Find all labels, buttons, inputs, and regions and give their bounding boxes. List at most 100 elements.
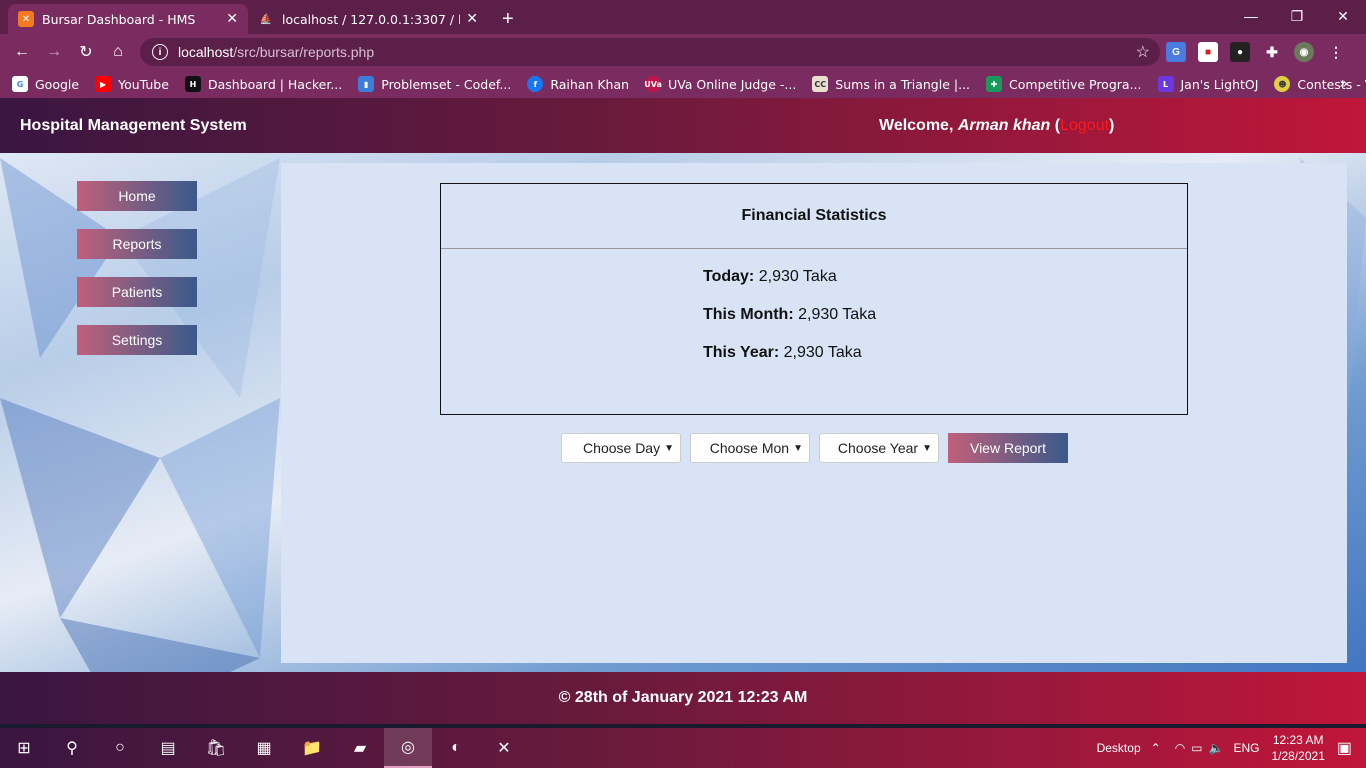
web-page: Hospital Management System Welcome, Arma… — [0, 98, 1366, 724]
app-grid-icon[interactable]: ▦ — [240, 728, 288, 768]
browser-tab-strip: ✕ Bursar Dashboard - HMS ✕ ⛵ localhost /… — [0, 0, 1366, 34]
stat-value: 2,930 Taka — [783, 344, 862, 361]
volume-icon[interactable]: 🔈 — [1209, 741, 1224, 755]
stat-value: 2,930 Taka — [758, 268, 837, 285]
welcome-text: Welcome, Arman khan (Logout) — [879, 116, 1115, 134]
month-select[interactable]: Choose Mon ▼ — [690, 433, 810, 463]
view-report-button[interactable]: View Report — [948, 433, 1068, 463]
file-explorer-icon[interactable]: 📁 — [288, 728, 336, 768]
sheets-icon: ✚ — [986, 76, 1003, 92]
home-icon[interactable]: ⌂ — [102, 43, 134, 61]
extensions-area: G ■ ● ✚ ◉ ⋮ — [1166, 42, 1346, 62]
more-bookmarks-icon[interactable]: » — [1339, 76, 1348, 92]
url-host: localhost — [178, 44, 234, 60]
bookmark-uva[interactable]: UVa UVa Online Judge -... — [644, 76, 797, 92]
bookmark-codechef[interactable]: CC Sums in a Triangle |... — [812, 76, 970, 92]
extension-flag-icon[interactable]: ■ — [1198, 42, 1218, 62]
stat-label: This Month: — [703, 306, 794, 323]
notifications-icon[interactable]: ▣ — [1337, 738, 1352, 758]
close-tab-icon[interactable]: ✕ — [466, 11, 478, 27]
bookmark-google[interactable]: G Google — [12, 76, 79, 92]
nav-patients[interactable]: Patients — [77, 277, 197, 307]
nav-settings[interactable]: Settings — [77, 325, 197, 355]
store-icon[interactable]: 🛍 — [192, 728, 240, 768]
bookmark-label: UVa Online Judge -... — [668, 76, 797, 92]
language-indicator[interactable]: ENG — [1233, 741, 1259, 755]
url-path: /src/bursar/reports.php — [233, 44, 375, 60]
bookmark-vjudge[interactable]: ☻ Contests - Virtual J... — [1274, 76, 1366, 92]
translate-icon[interactable]: G — [1166, 42, 1186, 62]
system-tray: Desktop ⌃ ◠ ▭ 🔈 ENG 12:23 AM 1/28/2021 ▣ — [1097, 728, 1366, 768]
new-tab-button[interactable]: + — [502, 4, 514, 34]
minimize-icon[interactable]: — — [1228, 0, 1274, 32]
windows-taskbar: ⊞ ⚲ ○ ▤ 🛍 ▦ 📁 ▰ ◎ ◐ ✕ Desktop ⌃ ◠ ▭ 🔈 EN… — [0, 728, 1366, 768]
edge-icon[interactable]: ◐ — [432, 728, 480, 768]
tab-title: Bursar Dashboard - HMS — [42, 11, 196, 27]
task-view-icon[interactable]: ▤ — [144, 728, 192, 768]
xampp-taskbar-icon[interactable]: ✕ — [480, 728, 528, 768]
report-controls: Choose Day ▼ Choose Mon ▼ Choose Year ▼ Vie… — [561, 433, 1068, 463]
lightoj-icon: L — [1157, 76, 1174, 92]
stats-title: Financial Statistics — [441, 184, 1187, 249]
facebook-icon: f — [527, 76, 544, 92]
bookmark-star-icon[interactable]: ☆ — [1136, 42, 1150, 62]
cortana-icon[interactable]: ○ — [96, 728, 144, 768]
chevron-down-icon: ▼ — [922, 442, 932, 454]
bookmark-label: Jan's LightOJ — [1180, 76, 1259, 92]
chevron-down-icon: ▼ — [793, 442, 803, 454]
sticky-notes-icon[interactable]: ▰ — [336, 728, 384, 768]
battery-icon[interactable]: ▭ — [1191, 741, 1202, 755]
close-tab-icon[interactable]: ✕ — [226, 11, 238, 27]
show-hidden-icons-icon[interactable]: ⌃ — [1151, 741, 1161, 755]
chrome-icon[interactable]: ◎ — [384, 728, 432, 768]
search-icon[interactable]: ⚲ — [48, 728, 96, 768]
address-bar[interactable]: i localhost/src/bursar/reports.php ☆ — [140, 38, 1160, 66]
logout-link[interactable]: Logout — [1060, 117, 1109, 134]
youtube-icon: ▶ — [95, 76, 112, 92]
clock[interactable]: 12:23 AM 1/28/2021 — [1271, 732, 1324, 764]
codechef-icon: CC — [812, 76, 829, 92]
bookmark-label: Raihan Khan — [550, 76, 630, 92]
restore-icon[interactable]: ❐ — [1274, 0, 1320, 32]
browser-tab-bursar[interactable]: ✕ Bursar Dashboard - HMS ✕ — [8, 4, 248, 34]
vjudge-icon: ☻ — [1274, 76, 1291, 92]
desktop-toolbar-label[interactable]: Desktop — [1097, 741, 1141, 755]
bookmark-lightoj[interactable]: L Jan's LightOJ — [1157, 76, 1259, 92]
info-icon[interactable]: i — [152, 44, 168, 60]
menu-dots-icon[interactable]: ⋮ — [1326, 42, 1346, 62]
bookmark-facebook[interactable]: f Raihan Khan — [527, 76, 629, 92]
browser-tab-phpmyadmin[interactable]: ⛵ localhost / 127.0.0.1:3307 / hospi ✕ — [248, 4, 488, 34]
site-footer: © 28th of January 2021 12:23 AM — [0, 672, 1366, 724]
stats-body: Today: 2,930 Taka This Month: 2,930 Taka… — [703, 268, 876, 382]
xampp-icon: ✕ — [18, 11, 34, 27]
nav-home[interactable]: Home — [77, 181, 197, 211]
wifi-icon[interactable]: ◠ — [1175, 741, 1185, 755]
back-arrow-icon[interactable]: ← — [6, 43, 38, 61]
stat-today: Today: 2,930 Taka — [703, 268, 876, 306]
bookmark-label: Problemset - Codef... — [381, 76, 512, 92]
day-select[interactable]: Choose Day ▼ — [561, 433, 681, 463]
year-select[interactable]: Choose Year ▼ — [819, 433, 939, 463]
codeforces-icon: ▮ — [358, 76, 375, 92]
reload-icon[interactable]: ↻ — [70, 42, 102, 62]
bookmark-competitive[interactable]: ✚ Competitive Progra... — [986, 76, 1142, 92]
chevron-down-icon: ▼ — [664, 442, 674, 454]
select-value: Choose Day — [583, 440, 661, 456]
puzzle-extensions-icon[interactable]: ✚ — [1262, 42, 1282, 62]
extension-badge-icon[interactable]: ● — [1230, 42, 1250, 62]
bookmark-hackerrank[interactable]: H Dashboard | Hacker... — [184, 76, 342, 92]
bookmark-label: Google — [35, 76, 80, 92]
forward-arrow-icon[interactable]: → — [38, 43, 70, 61]
site-header: Hospital Management System Welcome, Arma… — [0, 98, 1366, 153]
close-window-icon[interactable]: ✕ — [1320, 0, 1366, 32]
tab-title: localhost / 127.0.0.1:3307 / hospi — [282, 11, 460, 27]
bookmark-youtube[interactable]: ▶ YouTube — [95, 76, 169, 92]
bookmark-codeforces[interactable]: ▮ Problemset - Codef... — [358, 76, 511, 92]
profile-avatar[interactable]: ◉ — [1294, 42, 1314, 62]
phpmyadmin-icon: ⛵ — [259, 13, 273, 25]
windows-start-icon[interactable]: ⊞ — [0, 728, 48, 768]
nav-reports[interactable]: Reports — [77, 229, 197, 259]
stat-month: This Month: 2,930 Taka — [703, 306, 876, 344]
stat-value: 2,930 Taka — [798, 306, 877, 323]
bookmark-label: Sums in a Triangle |... — [835, 76, 971, 92]
